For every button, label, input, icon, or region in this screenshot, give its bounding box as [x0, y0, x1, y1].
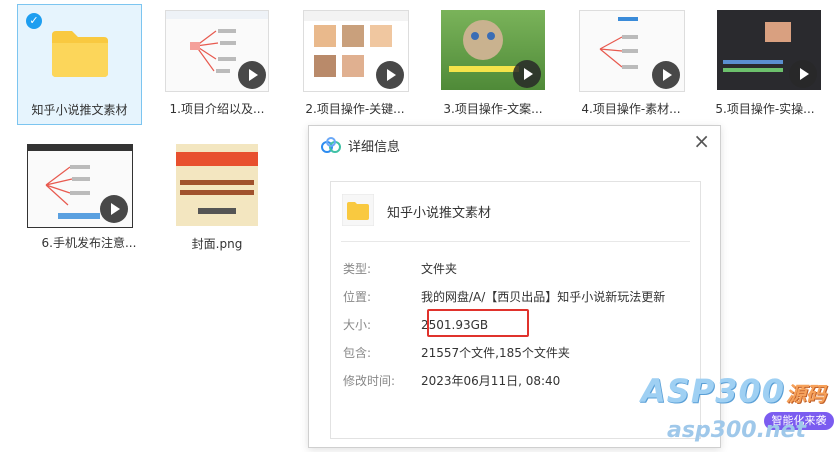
file-label: 1.项目介绍以及... [169, 102, 265, 116]
play-icon [100, 195, 128, 223]
file-label: 知乎小说推文素材 [31, 103, 128, 117]
video-thumbnail [441, 10, 545, 90]
type-row: 类型: 文件夹 [343, 260, 457, 277]
size-highlight [427, 309, 529, 337]
folder-icon [342, 194, 374, 226]
image-thumbnail [176, 144, 258, 226]
file-label: 6.手机发布注意... [41, 236, 137, 250]
contains-key: 包含: [343, 346, 372, 360]
modified-value: 2023年06月11日, 08:40 [421, 374, 561, 388]
file-label: 2.项目操作-关键... [305, 102, 405, 116]
location-value: 我的网盘/A/【西贝出品】知乎小说新玩法更新 [421, 290, 666, 304]
cloud-logo-icon [321, 137, 341, 153]
play-icon [652, 61, 680, 89]
file-label: 5.项目操作-实操... [715, 102, 815, 116]
video-thumbnail [27, 144, 133, 228]
file-label: 3.项目操作-文案... [443, 102, 543, 116]
watermark-brand: ASP300 [641, 372, 786, 410]
file-label: 4.项目操作-素材... [581, 102, 681, 116]
file-tile-folder[interactable]: ✓ 知乎小说推文素材 [17, 4, 142, 125]
play-icon [376, 61, 404, 89]
play-icon [238, 61, 266, 89]
location-row: 位置: 我的网盘/A/【西贝出品】知乎小说新玩法更新 [343, 288, 665, 305]
checkmark-icon: ✓ [26, 13, 42, 29]
play-icon [513, 60, 541, 88]
modified-key: 修改时间: [343, 374, 396, 388]
video-thumbnail [303, 10, 409, 92]
contains-row: 包含: 21557个文件,185个文件夹 [343, 344, 570, 361]
video-thumbnail [165, 10, 269, 92]
watermark-brand-suffix: 源码 [786, 382, 826, 406]
contains-value: 21557个文件,185个文件夹 [421, 346, 570, 360]
close-icon[interactable]: × [693, 129, 710, 153]
watermark-domain: asp300.net [667, 418, 807, 443]
size-key: 大小: [343, 318, 372, 332]
type-value: 文件夹 [421, 262, 458, 276]
file-label: 封面.png [191, 237, 243, 251]
type-key: 类型: [343, 262, 372, 276]
location-key: 位置: [343, 290, 372, 304]
divider [341, 241, 690, 242]
play-icon [789, 60, 817, 88]
folder-name: 知乎小说推文素材 [387, 206, 492, 221]
folder-icon [52, 31, 108, 77]
modified-row: 修改时间: 2023年06月11日, 08:40 [343, 372, 560, 389]
dialog-title: 详细信息 [348, 140, 401, 155]
video-thumbnail [717, 10, 821, 90]
video-thumbnail [579, 10, 685, 92]
